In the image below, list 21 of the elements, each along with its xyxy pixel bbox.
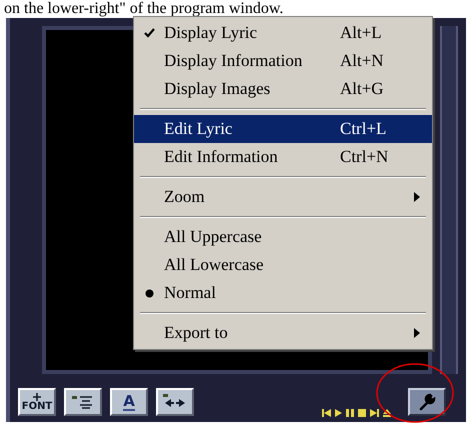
menu-item[interactable]: Zoom bbox=[134, 183, 432, 211]
caption-text: on the lower-right" of the program window. bbox=[3, 0, 284, 18]
menu-item[interactable]: Edit Lyric Ctrl+L bbox=[134, 115, 432, 143]
plus-icon bbox=[33, 392, 41, 400]
menu-item[interactable]: All Uppercase bbox=[134, 223, 432, 251]
wrench-icon bbox=[418, 393, 436, 411]
menu-item[interactable]: Export to bbox=[134, 319, 432, 347]
settings-button[interactable] bbox=[408, 388, 446, 416]
fit-button[interactable] bbox=[156, 388, 194, 416]
menu-item[interactable]: Display Information Alt+N bbox=[134, 47, 432, 75]
font-button[interactable]: FONT bbox=[18, 388, 56, 416]
menu-item[interactable]: Edit Information Ctrl+N bbox=[134, 143, 432, 171]
submenu-arrow-icon bbox=[414, 328, 420, 338]
align-lines-icon bbox=[72, 395, 94, 409]
submenu-arrow-icon bbox=[414, 192, 420, 202]
menu-item[interactable]: Normal bbox=[134, 279, 432, 307]
menu-item[interactable]: Display Lyric Alt+L bbox=[134, 19, 432, 47]
align-button[interactable] bbox=[64, 388, 102, 416]
text-color-button[interactable]: A bbox=[110, 388, 148, 416]
menu-item[interactable]: Display Images Alt+G bbox=[134, 75, 432, 103]
menu-item[interactable]: All Lowercase bbox=[134, 251, 432, 279]
